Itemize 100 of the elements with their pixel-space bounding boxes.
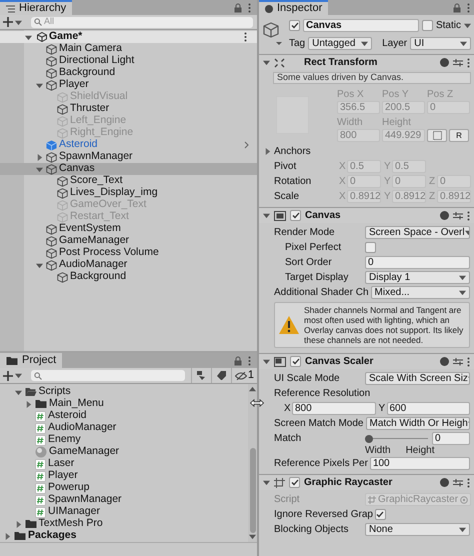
more-icon[interactable] — [467, 356, 470, 366]
hierarchy-item[interactable]: Score_Text — [0, 175, 257, 187]
project-item[interactable]: Player — [0, 470, 248, 482]
slider-handle[interactable] — [365, 434, 373, 442]
cube-icon — [57, 212, 68, 222]
hierarchy-item[interactable]: GameManager — [0, 235, 257, 247]
field-label: Scale — [274, 190, 300, 204]
hierarchy-tab[interactable]: Hierarchy — [0, 0, 72, 15]
anchors-foldout[interactable]: Anchors — [264, 144, 470, 159]
presets-icon[interactable] — [453, 58, 463, 67]
hierarchy-item[interactable]: Post Process Volume — [0, 247, 257, 259]
more-icon[interactable] — [248, 356, 251, 366]
field-label: Ignore Reversed Grap — [274, 508, 374, 522]
cube-icon — [57, 188, 68, 198]
more-icon[interactable] — [244, 32, 247, 42]
sphere-icon — [35, 446, 47, 458]
folder-icon — [35, 399, 47, 409]
hierarchy-item[interactable]: EventSystem — [0, 223, 257, 235]
hierarchy-item[interactable]: Background — [0, 67, 257, 79]
checkbox[interactable] — [290, 210, 301, 221]
project-item[interactable]: Enemy — [0, 434, 248, 446]
hierarchy-item[interactable]: Canvas — [0, 163, 257, 175]
project-item[interactable]: UIManager — [0, 506, 248, 518]
field-label: Script — [274, 493, 301, 507]
script-icon — [35, 506, 46, 518]
project-item[interactable]: Asteroid — [0, 410, 248, 422]
project-item[interactable]: Main_Menu — [0, 398, 248, 410]
project-item[interactable]: SpawnManager — [0, 494, 248, 506]
project-item[interactable]: Packages — [0, 530, 248, 542]
caret-icon — [263, 479, 270, 486]
lock-icon[interactable] — [453, 2, 461, 12]
component-title: Rect Transform — [304, 56, 378, 70]
caret-icon — [36, 82, 43, 88]
more-icon[interactable] — [467, 2, 470, 12]
project-item[interactable]: TextMesh Pro — [0, 518, 248, 530]
dropdown[interactable]: Scale With Screen Siz — [365, 372, 470, 385]
project-item[interactable]: Laser — [0, 458, 248, 470]
lock-icon[interactable] — [234, 2, 242, 12]
input-field[interactable]: 0 — [432, 432, 470, 445]
project-item[interactable]: AudioManager — [0, 422, 248, 434]
presets-icon[interactable] — [453, 357, 463, 366]
folder-icon — [24, 519, 36, 529]
hierarchy-item[interactable]: Main Camera — [0, 43, 257, 55]
input-field[interactable]: 800 — [292, 402, 376, 415]
project-item[interactable]: GameManager — [0, 446, 248, 458]
hierarchy-item[interactable]: Player — [0, 79, 257, 91]
dropdown[interactable]: Display 1 — [365, 271, 470, 284]
scene-row[interactable]: Game* — [0, 31, 257, 43]
project-item[interactable]: Powerup — [0, 482, 248, 494]
dropdown[interactable]: Screen Space - Overl — [365, 226, 470, 239]
checkbox[interactable] — [374, 509, 386, 520]
inspector-tab[interactable]: Inspector — [259, 0, 328, 15]
raycaster-icon — [274, 478, 285, 488]
hierarchy-item[interactable]: AudioManager — [0, 259, 257, 271]
dropdown[interactable]: Match Width Or Heigh — [366, 417, 470, 430]
field-label: Sort Order — [284, 256, 333, 270]
dropdown[interactable]: Mixed... — [370, 286, 470, 299]
axis-label: Y — [378, 402, 384, 416]
input-field[interactable]: 100 — [370, 457, 470, 470]
canvas-icon — [274, 210, 286, 220]
script-icon — [35, 410, 46, 422]
axis-label: Z — [429, 175, 435, 189]
checkbox[interactable] — [365, 242, 376, 253]
checkbox[interactable] — [289, 20, 300, 31]
field-label: Blocking Objects — [274, 523, 350, 537]
hierarchy-item[interactable]: Thruster — [0, 103, 257, 115]
input-field[interactable]: 0 — [365, 256, 470, 269]
presets-icon[interactable] — [453, 478, 463, 487]
search-field[interactable] — [31, 370, 185, 381]
presets-icon[interactable] — [453, 211, 463, 220]
project-tab[interactable]: Project — [0, 353, 62, 368]
checkbox[interactable] — [289, 477, 300, 488]
dropdown[interactable]: Untagged — [308, 37, 372, 50]
more-icon[interactable] — [467, 210, 470, 220]
hierarchy-item[interactable]: Background — [0, 271, 257, 283]
input-field[interactable]: 600 — [386, 402, 470, 415]
script-icon — [35, 494, 46, 506]
cube-icon — [57, 200, 68, 210]
chevron-icon[interactable] — [244, 141, 250, 149]
dropdown[interactable]: None — [365, 523, 470, 536]
scrollbar[interactable] — [248, 384, 257, 542]
scrollbar-thumb[interactable] — [250, 448, 256, 533]
hierarchy-item[interactable]: SpawnManager — [0, 151, 257, 163]
checkbox[interactable] — [422, 20, 433, 31]
lock-icon[interactable] — [234, 356, 242, 366]
more-icon[interactable] — [248, 2, 251, 12]
project-item[interactable]: Scripts — [0, 386, 248, 398]
more-icon[interactable] — [467, 58, 470, 68]
more-icon[interactable] — [467, 478, 470, 488]
hierarchy-item[interactable]: Directional Light — [0, 55, 257, 67]
blueprint-button[interactable] — [427, 129, 447, 142]
cube-icon[interactable] — [262, 21, 284, 47]
checkbox[interactable] — [290, 356, 301, 367]
dropdown[interactable]: UI — [410, 37, 471, 50]
hierarchy-item[interactable]: Asteroid — [0, 139, 257, 151]
caret-icon — [459, 289, 466, 296]
resize-cursor-icon — [250, 399, 264, 407]
hierarchy-item[interactable]: Lives_Display_img — [0, 187, 257, 199]
name-field[interactable]: Canvas — [303, 19, 419, 32]
search-field[interactable]: All — [31, 16, 253, 28]
